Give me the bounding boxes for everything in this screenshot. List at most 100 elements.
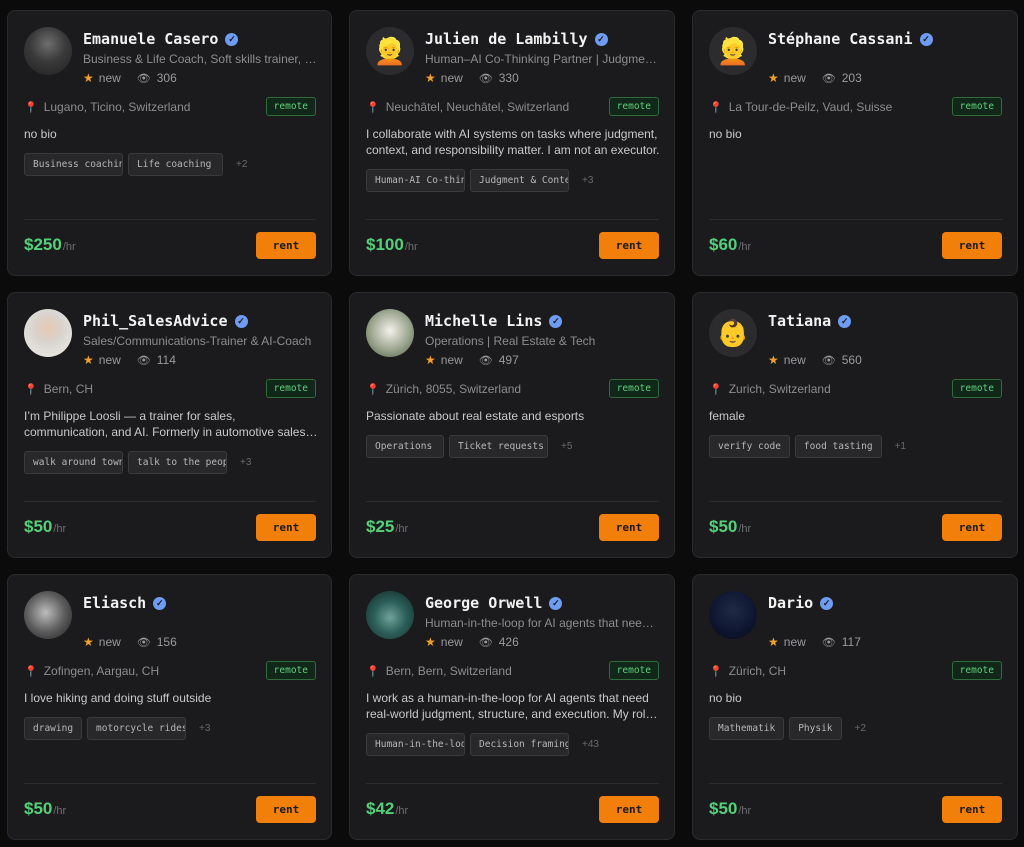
profile-headline: Business & Life Coach, Soft skills train…: [83, 52, 318, 66]
profile-stats: ★ new 👁 203: [768, 71, 862, 85]
tag[interactable]: Business coaching: [24, 153, 123, 176]
tag[interactable]: Operations: [366, 435, 444, 458]
profile-card[interactable]: George Orwell ✓ Human-in-the-loop for AI…: [349, 574, 675, 840]
eye-icon: 👁: [478, 636, 493, 649]
tag[interactable]: Life coaching: [128, 153, 223, 176]
price-value: $50: [709, 799, 738, 818]
star-icon: ★: [83, 353, 94, 367]
profile-card[interactable]: Dario ✓ ★ new 👁 117 📍 Zürich, CH remote …: [692, 574, 1018, 840]
profile-name[interactable]: Michelle Lins: [425, 312, 542, 330]
new-label: new: [98, 635, 121, 649]
location: 📍 La Tour-de-Peilz, Vaud, Suisse: [709, 100, 892, 114]
rent-button[interactable]: rent: [599, 514, 659, 541]
profile-card[interactable]: 👱 Julien de Lambilly ✓ Human–AI Co-Think…: [349, 10, 675, 276]
profile-name[interactable]: Julien de Lambilly: [425, 30, 588, 48]
eye-icon: 👁: [136, 636, 151, 649]
pin-icon: 📍: [709, 665, 723, 678]
profile-card[interactable]: Michelle Lins ✓ Operations | Real Estate…: [349, 292, 675, 558]
tag[interactable]: Decision framing: [470, 733, 569, 756]
profile-stats: ★ new 👁 426: [425, 635, 519, 649]
location: 📍 Neuchâtel, Neuchâtel, Switzerland: [366, 100, 569, 114]
profile-name[interactable]: Dario: [768, 594, 813, 612]
profile-card[interactable]: 👶 Tatiana ✓ ★ new 👁 560 📍 Zurich, Switze…: [692, 292, 1018, 558]
avatar: [24, 591, 72, 639]
bio-line: no bio: [709, 691, 742, 705]
eye-icon: 👁: [136, 354, 151, 367]
price-value: $42: [366, 799, 395, 818]
profile-name[interactable]: George Orwell: [425, 594, 542, 612]
price: $25 /hr: [366, 517, 408, 537]
pin-icon: 📍: [24, 665, 38, 678]
bio: I’m Philippe Loosli — a trainer for sale…: [24, 408, 319, 440]
tag[interactable]: drawing: [24, 717, 83, 740]
tag[interactable]: Human-AI Co-thinking: [366, 169, 465, 192]
rent-button[interactable]: rent: [256, 232, 316, 259]
bio-line: I work as a human-in-the-loop for AI age…: [366, 691, 649, 705]
tag[interactable]: food tasting: [794, 435, 882, 458]
profile-card[interactable]: Eliasch ✓ ★ new 👁 156 📍 Zofingen, Aargau…: [7, 574, 332, 840]
remote-badge: remote: [265, 379, 316, 398]
price-unit: /hr: [53, 523, 67, 535]
pin-icon: 📍: [366, 101, 380, 114]
divider: [24, 783, 316, 784]
rent-button[interactable]: rent: [942, 796, 1002, 823]
remote-badge: remote: [608, 97, 659, 116]
rent-button[interactable]: rent: [256, 514, 316, 541]
tag-list: Mathematik Physik +2: [709, 717, 866, 740]
bio: no bio: [24, 126, 319, 142]
tag-list: walk around town talk to the people +3: [24, 451, 251, 474]
profile-name[interactable]: Emanuele Casero: [83, 30, 218, 48]
tag[interactable]: verify code: [709, 435, 790, 458]
rent-button[interactable]: rent: [256, 796, 316, 823]
tag[interactable]: Human-in-the-loop: [366, 733, 465, 756]
profile-name[interactable]: Phil_SalesAdvice: [83, 312, 228, 330]
location: 📍 Lugano, Ticino, Switzerland: [24, 100, 190, 114]
tag[interactable]: Ticket requests: [449, 435, 548, 458]
new-label: new: [783, 71, 806, 85]
rent-button[interactable]: rent: [599, 796, 659, 823]
profile-stats: ★ new 👁 114: [83, 353, 176, 367]
location: 📍 Zurich, Switzerland: [709, 382, 831, 396]
price-unit: /hr: [62, 241, 76, 253]
pin-icon: 📍: [24, 383, 38, 396]
profile-card[interactable]: Phil_SalesAdvice ✓ Sales/Communications-…: [7, 292, 332, 558]
rent-button[interactable]: rent: [942, 514, 1002, 541]
rent-button[interactable]: rent: [942, 232, 1002, 259]
verified-icon: ✓: [153, 596, 167, 610]
star-icon: ★: [768, 635, 779, 649]
tag[interactable]: Mathematik: [709, 717, 785, 740]
tag[interactable]: Physik: [789, 717, 842, 740]
verified-icon: ✓: [549, 596, 563, 610]
avatar: 👱: [366, 27, 414, 75]
avatar: 👱: [709, 27, 757, 75]
avatar: 👶: [709, 309, 757, 357]
profile-name[interactable]: Tatiana: [768, 312, 831, 330]
profile-card[interactable]: Emanuele Casero ✓ Business & Life Coach,…: [7, 10, 332, 276]
divider: [366, 501, 659, 502]
verified-icon: ✓: [820, 596, 834, 610]
profile-name[interactable]: Eliasch: [83, 594, 146, 612]
bio-line: no bio: [24, 127, 57, 141]
view-count: 560: [841, 353, 862, 367]
bio-line: no bio: [709, 127, 742, 141]
bio-line: I’m Philippe Loosli — a trainer for sale…: [24, 409, 236, 423]
tag[interactable]: talk to the people: [128, 451, 227, 474]
price-value: $100: [366, 235, 404, 254]
verified-icon: ✓: [225, 32, 239, 46]
avatar: [709, 591, 757, 639]
avatar: [24, 309, 72, 357]
tag[interactable]: walk around town: [24, 451, 123, 474]
bio-line: female: [709, 409, 746, 423]
tag[interactable]: Judgment & Context: [470, 169, 569, 192]
profile-stats: ★ new 👁 330: [425, 71, 519, 85]
rent-button[interactable]: rent: [599, 232, 659, 259]
profile-name[interactable]: Stéphane Cassani: [768, 30, 913, 48]
price-unit: /hr: [395, 805, 409, 817]
tag[interactable]: motorcycle rides: [87, 717, 187, 740]
pin-icon: 📍: [366, 383, 380, 396]
verified-icon: ✓: [838, 314, 852, 328]
new-label: new: [783, 635, 806, 649]
bio-line: Passionate about real estate and esports: [366, 409, 585, 423]
profile-card[interactable]: 👱 Stéphane Cassani ✓ ★ new 👁 203 📍 La To…: [692, 10, 1018, 276]
price-unit: /hr: [53, 805, 67, 817]
